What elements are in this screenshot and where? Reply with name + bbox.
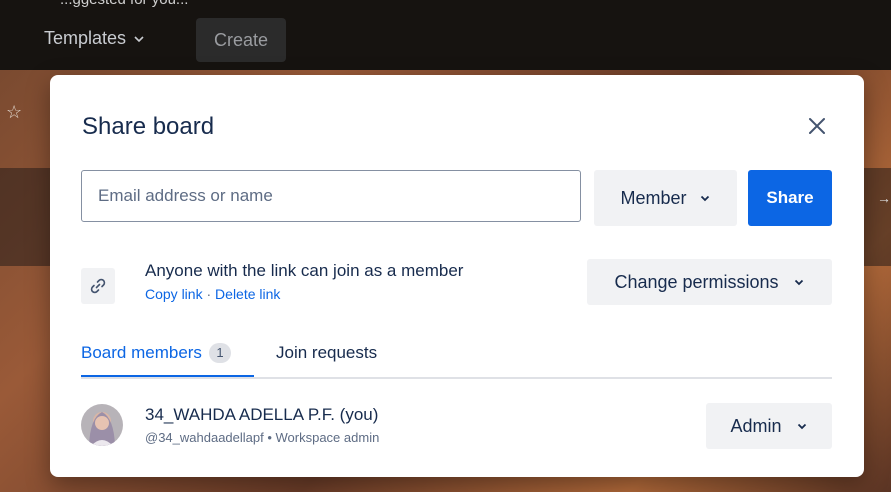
close-button[interactable] [802,111,832,141]
member-role-label: Admin [730,415,782,436]
chevron-down-icon [797,423,806,430]
email-input[interactable] [81,170,581,222]
share-board-dialog: Share board Member Share Anyone with the… [50,75,864,477]
tab-board-members-label: Board members [81,343,202,362]
member-subtitle: @34_wahdaadellapf • Workspace admin [145,430,380,445]
delete-link[interactable]: Delete link [215,286,280,302]
copy-link[interactable]: Copy link [145,286,203,302]
member-name: 34_WAHDA ADELLA P.F. (you) [145,405,379,424]
tab-join-requests[interactable]: Join requests [276,343,377,363]
member-tabs: Board members 1 Join requests [81,343,832,379]
tab-board-members[interactable]: Board members 1 [81,343,254,377]
chevron-down-icon [134,35,144,42]
role-select-button[interactable]: Member [594,170,737,226]
chevron-down-icon [700,195,709,202]
link-separator: · [206,286,212,302]
role-select-label: Member [620,187,687,208]
partial-header-text: ...ggested for you... [60,0,188,8]
member-role-button[interactable]: Admin [706,403,832,449]
create-button[interactable]: Create [196,18,286,62]
change-permissions-label: Change permissions [614,271,779,292]
link-icon [90,278,106,294]
change-permissions-button[interactable]: Change permissions [587,259,832,305]
top-navigation-bar: ...ggested for you... Templates Create [0,0,891,70]
templates-label: Templates [44,28,127,48]
templates-menu[interactable]: Templates [44,28,146,49]
share-button[interactable]: Share [748,170,832,226]
link-description: Anyone with the link can join as a membe… [145,261,464,280]
dialog-title: Share board [82,113,215,140]
link-actions: Copy link · Delete link [145,286,280,302]
chevron-down-icon [794,279,803,286]
star-icon[interactable]: ☆ [6,102,22,123]
avatar [81,404,123,446]
link-icon-box [81,268,115,304]
close-icon [809,118,825,134]
members-count-badge: 1 [208,343,231,363]
arrow-right-icon: → [877,190,891,206]
